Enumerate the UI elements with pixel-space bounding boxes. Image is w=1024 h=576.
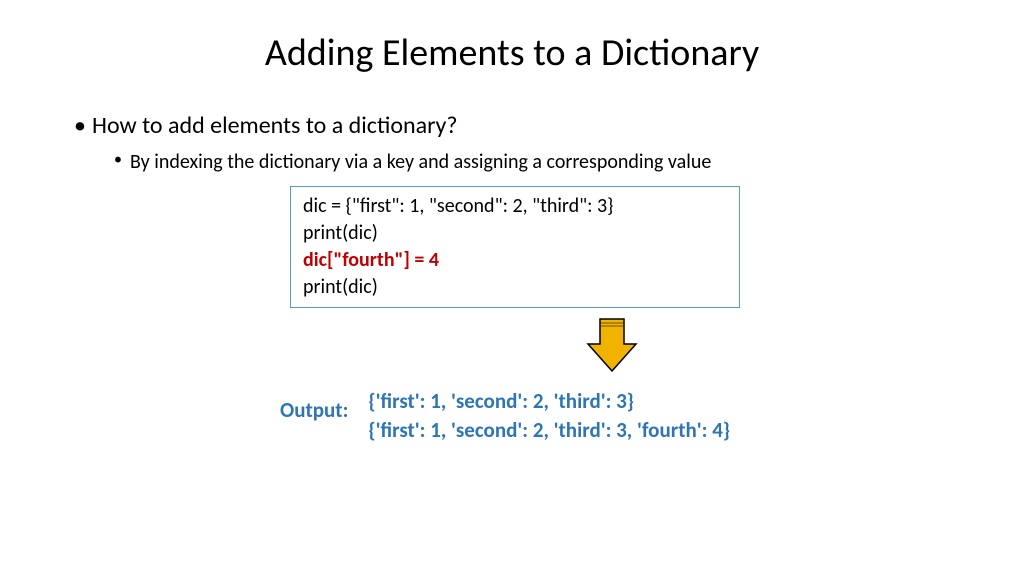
code-line-highlighted: dic["fourth"] = 4 — [303, 247, 727, 274]
output-section: Output: {'first': 1, 'second': 2, 'third… — [280, 387, 964, 446]
output-line: {'first': 1, 'second': 2, 'third': 3} — [368, 387, 730, 416]
down-arrow-icon — [584, 316, 640, 374]
bullet-level-1: How to add elements to a dictionary? — [70, 111, 964, 140]
output-label: Output: — [280, 397, 348, 423]
code-line: dic = {"first": 1, "second": 2, "third":… — [303, 193, 727, 220]
output-lines: {'first': 1, 'second': 2, 'third': 3} {'… — [368, 387, 730, 446]
bullet-level-2: By indexing the dictionary via a key and… — [110, 150, 964, 174]
code-line: print(dic) — [303, 274, 727, 301]
output-line: {'first': 1, 'second': 2, 'third': 3, 'f… — [368, 416, 730, 445]
arrow-container — [260, 316, 964, 379]
code-line: print(dic) — [303, 220, 727, 247]
code-example-box: dic = {"first": 1, "second": 2, "third":… — [290, 186, 740, 308]
bullet-list: How to add elements to a dictionary? By … — [60, 111, 964, 174]
slide-content: Adding Elements to a Dictionary How to a… — [0, 0, 1024, 476]
slide-title: Adding Elements to a Dictionary — [60, 30, 964, 76]
